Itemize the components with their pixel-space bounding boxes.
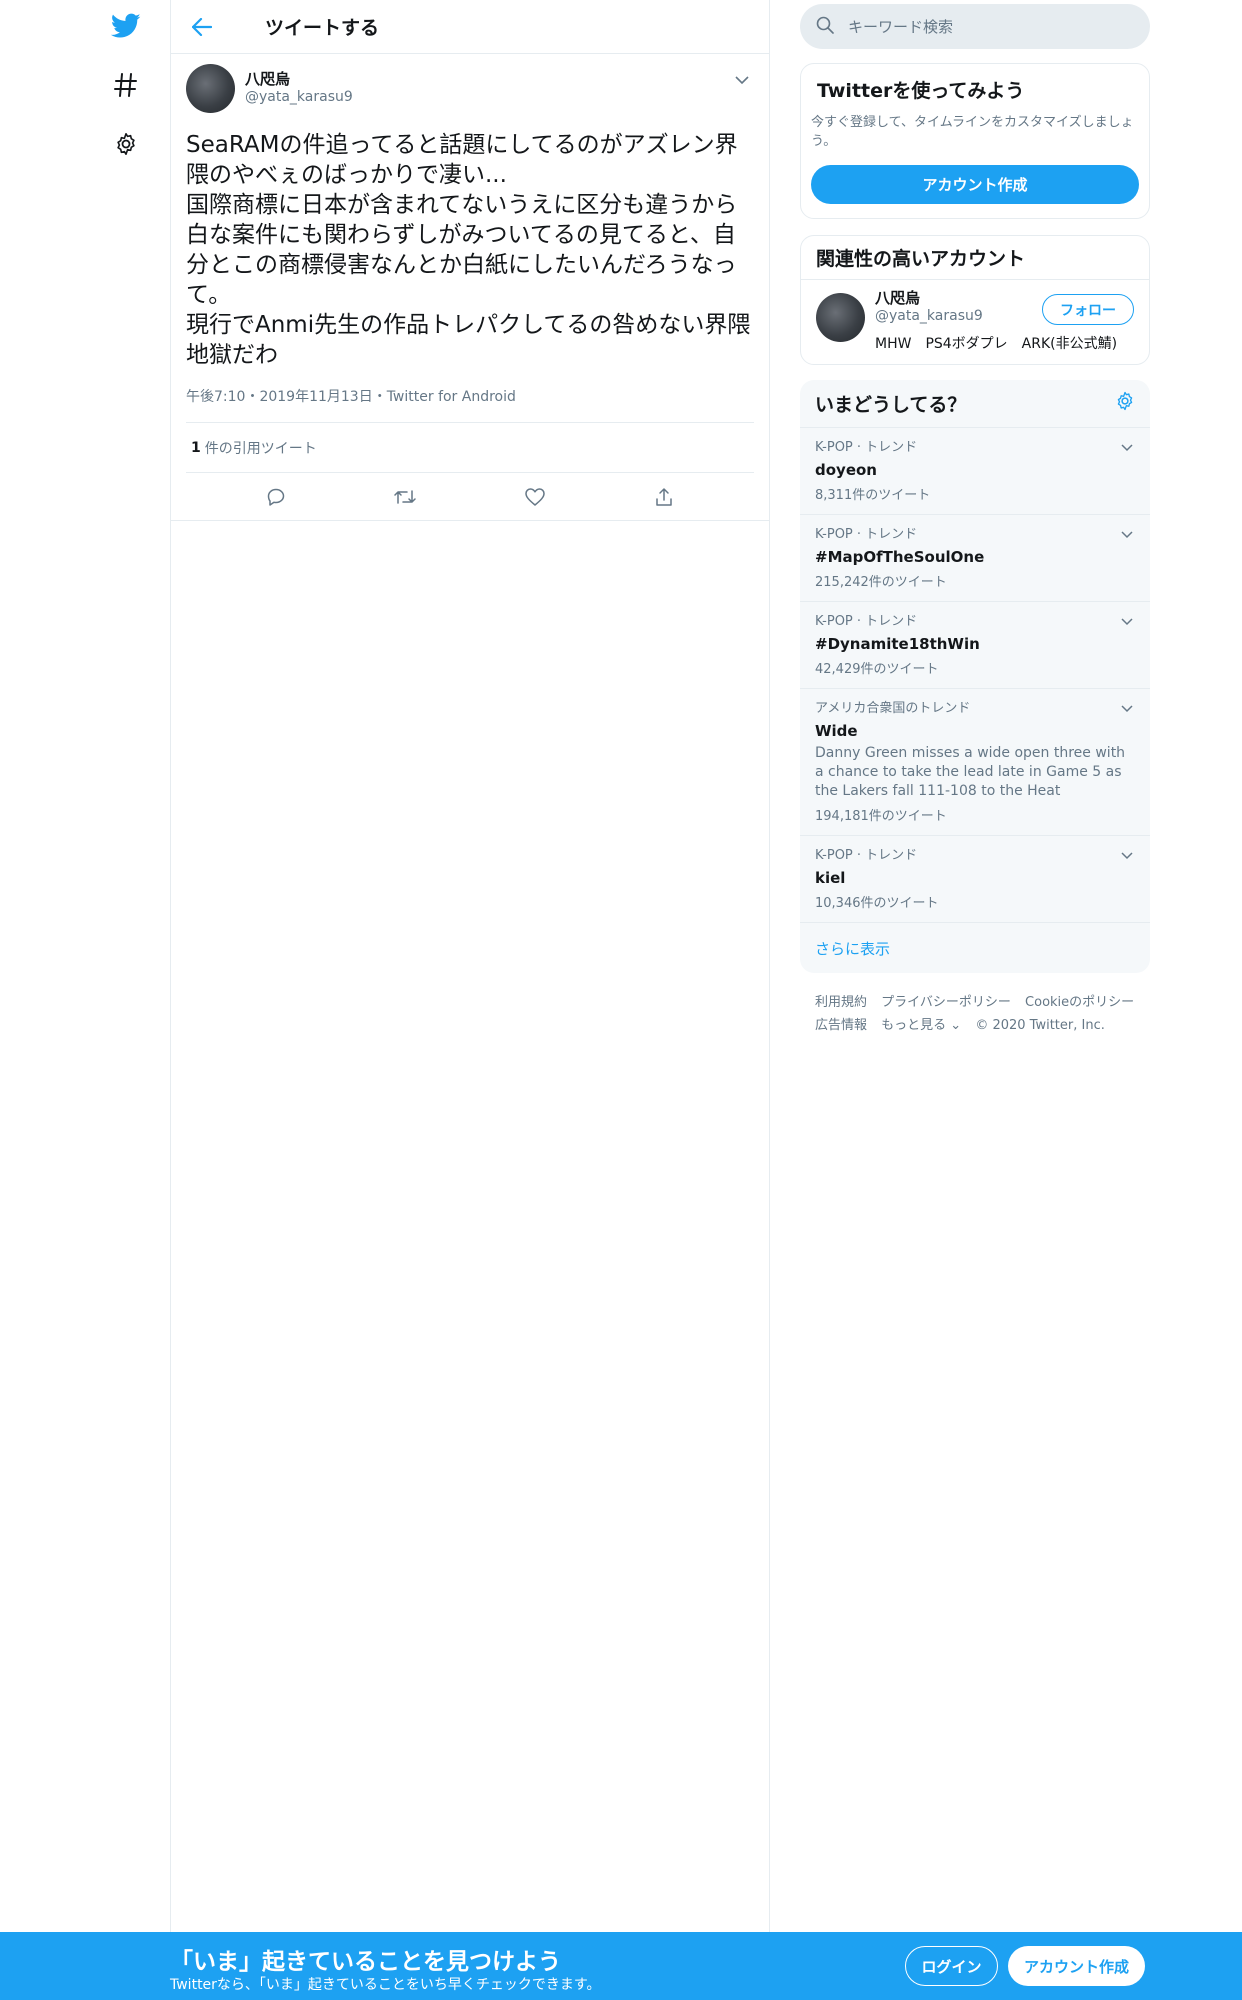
trend-tweet-count: 194,181件のツイート <box>815 809 947 824</box>
hashtag-icon[interactable] <box>109 68 143 102</box>
show-more-link[interactable]: さらに表示 <box>800 923 1150 973</box>
trend-name[interactable]: #MapOfTheSoulOne <box>815 547 1135 567</box>
chevron-down-icon[interactable] <box>1119 527 1135 543</box>
trend-list: K-POP · トレンド doyeon 8,311件のツイート K-POP · トレン… <box>800 428 1150 923</box>
footer-links: 利用規約 プライバシーポリシー Cookieのポリシー 広告情報 もっと見る ⌄… <box>800 991 1150 1037</box>
avatar[interactable] <box>816 293 865 342</box>
reply-icon[interactable] <box>261 482 291 512</box>
trend-name[interactable]: doyeon <box>815 460 1135 480</box>
signup-card-description: 今すぐ登録して、タイムラインをカスタマイズしましょう。 <box>811 115 1134 149</box>
signup-button[interactable]: アカウント作成 <box>1008 1946 1145 1986</box>
left-nav <box>0 0 170 2000</box>
banner-title: 「いま」起きていることを見つけよう <box>170 1949 561 1975</box>
tweet-header: 八咫烏 @yata_karasu9 <box>186 64 754 116</box>
banner-subtitle: Twitterなら、「いま」起きていることをいち早くチェックできます。 <box>170 1977 601 1993</box>
twitter-bird-icon[interactable] <box>109 9 143 43</box>
signup-card-title: Twitterを使ってみよう <box>817 80 1025 102</box>
quote-tweets-stat[interactable]: 1 件の引用ツイート <box>186 423 754 473</box>
quote-count: 1 <box>191 439 201 456</box>
author-display-name[interactable]: 八咫烏 <box>245 70 353 88</box>
bottom-signup-banner: 「いま」起きていることを見つけよう Twitterなら、「いま」起きていることを… <box>0 1932 1242 2000</box>
tweet-text: SeaRAMの件追ってると話題にしてるのがアズレン界隈のやべぇのばっかりで凄い.… <box>186 132 751 368</box>
trends-header: いまどうしてる？ <box>800 380 1150 428</box>
related-accounts-title: 関連性の高いアカウント <box>801 236 1149 280</box>
related-user-names[interactable]: 八咫烏 @yata_karasu9 <box>875 289 983 325</box>
chevron-down-icon[interactable] <box>1119 848 1135 864</box>
tweet-actions <box>171 473 769 521</box>
trend-context: K-POP · トレンド <box>815 848 918 863</box>
trend-item[interactable]: アメリカ合衆国のトレンド Wide Danny Green misses a wid… <box>800 689 1150 836</box>
tweet-timestamp[interactable]: 午後7:10・2019年11月13日・Twitter for Android <box>186 386 754 423</box>
main-header: ツイートする <box>171 0 769 54</box>
search-icon <box>816 16 834 38</box>
trend-item[interactable]: K-POP · トレンド doyeon 8,311件のツイート <box>800 428 1150 515</box>
chevron-down-icon[interactable] <box>1119 440 1135 456</box>
trend-item[interactable]: K-POP · トレンド #Dynamite18thWin 42,429件のツイート <box>800 602 1150 689</box>
related-user-handle[interactable]: @yata_karasu9 <box>875 307 983 325</box>
retweet-icon[interactable] <box>390 482 420 512</box>
right-sidebar: キーワード検索 Twitterを使ってみよう 今すぐ登録して、タイムラインをカス… <box>800 0 1150 1037</box>
ads-info-link[interactable]: 広告情報 <box>815 1018 867 1033</box>
trend-context: K-POP · トレンド <box>815 527 918 542</box>
trend-context: K-POP · トレンド <box>815 614 918 629</box>
copyright: © 2020 Twitter, Inc. <box>975 1018 1105 1033</box>
page-title: ツイートする <box>265 17 380 39</box>
follow-button[interactable]: フォロー <box>1042 294 1134 325</box>
trends-title: いまどうしてる？ <box>815 394 967 416</box>
more-link[interactable]: もっと見る ⌄ <box>881 1018 961 1033</box>
login-button[interactable]: ログイン <box>905 1946 998 1986</box>
author-handle[interactable]: @yata_karasu9 <box>245 88 353 106</box>
trend-tweet-count: 215,242件のツイート <box>815 575 947 590</box>
cookie-link[interactable]: Cookieのポリシー <box>1025 995 1134 1010</box>
tweet: 八咫烏 @yata_karasu9 SeaRAMの件追ってると話題にしてるのがア… <box>171 54 769 521</box>
back-arrow-icon[interactable] <box>187 12 217 42</box>
trend-tweet-count: 10,346件のツイート <box>815 896 939 911</box>
avatar[interactable] <box>186 64 235 113</box>
related-user[interactable]: 八咫烏 @yata_karasu9 MHW PS4ボダプレ ARK(非公式鯖) … <box>801 280 1149 364</box>
trend-item[interactable]: K-POP · トレンド kiel 10,346件のツイート <box>800 836 1150 923</box>
chevron-down-icon[interactable] <box>732 70 752 90</box>
search-placeholder: キーワード検索 <box>848 18 954 36</box>
trend-tweet-count: 42,429件のツイート <box>815 662 939 677</box>
tweet-author[interactable]: 八咫烏 @yata_karasu9 <box>245 70 353 106</box>
trend-name[interactable]: Wide <box>815 721 1135 741</box>
quote-label: 件の引用ツイート <box>204 440 317 457</box>
chevron-down-icon[interactable] <box>1119 614 1135 630</box>
related-accounts-card: 関連性の高いアカウント 八咫烏 @yata_karasu9 MHW PS4ボダプ… <box>800 235 1150 365</box>
gear-icon[interactable] <box>109 127 143 161</box>
gear-icon[interactable] <box>1115 391 1135 416</box>
trend-tweet-count: 8,311件のツイート <box>815 488 931 503</box>
chevron-down-icon[interactable] <box>1119 701 1135 717</box>
trend-description: Danny Green misses a wide open three wit… <box>815 745 1126 799</box>
create-account-button[interactable]: アカウント作成 <box>811 165 1139 204</box>
main-column: ツイートする 八咫烏 @yata_karasu9 SeaRAMの件追ってると話題… <box>170 0 770 1932</box>
privacy-link[interactable]: プライバシーポリシー <box>881 995 1011 1010</box>
related-user-bio: MHW PS4ボダプレ ARK(非公式鯖) <box>875 336 1118 352</box>
share-icon[interactable] <box>649 482 679 512</box>
signup-card: Twitterを使ってみよう 今すぐ登録して、タイムラインをカスタマイズしましょ… <box>800 63 1150 219</box>
trend-context: K-POP · トレンド <box>815 440 918 455</box>
search-input[interactable]: キーワード検索 <box>800 4 1150 49</box>
trend-context: アメリカ合衆国のトレンド <box>815 701 971 716</box>
trend-item[interactable]: K-POP · トレンド #MapOfTheSoulOne 215,242件のツイー… <box>800 515 1150 602</box>
like-heart-icon[interactable] <box>520 482 550 512</box>
related-user-display-name[interactable]: 八咫烏 <box>875 289 983 307</box>
trends-panel: いまどうしてる？ K-POP · トレンド doyeon 8,311件のツイート K-… <box>800 380 1150 973</box>
trend-name[interactable]: #Dynamite18thWin <box>815 634 1135 654</box>
trend-name[interactable]: kiel <box>815 868 1135 888</box>
terms-link[interactable]: 利用規約 <box>815 995 867 1010</box>
